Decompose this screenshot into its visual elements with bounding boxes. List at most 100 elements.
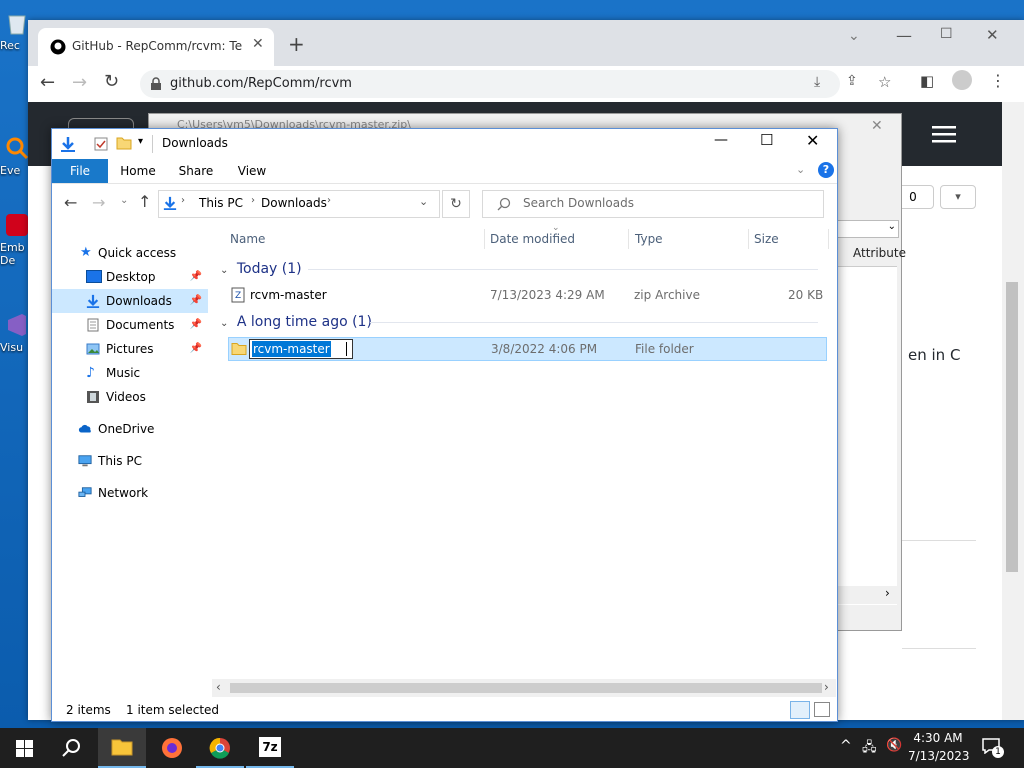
scroll-right-icon[interactable]: › xyxy=(885,586,890,600)
volume-muted-icon[interactable]: 🔇 xyxy=(886,738,902,753)
taskbar-7zip[interactable]: 7z xyxy=(246,728,294,768)
table-row[interactable]: Z rcvm-master 7/13/2023 4:29 AM zip Arch… xyxy=(228,284,825,306)
desktop-icon-everything[interactable]: Eve xyxy=(0,135,30,177)
start-button[interactable] xyxy=(0,728,48,768)
nav-downloads[interactable]: Downloads 📌 xyxy=(52,289,208,313)
chrome-menu-icon[interactable]: ⋮ xyxy=(990,71,1006,90)
new-tab-icon[interactable]: + xyxy=(288,32,305,56)
everything-icon xyxy=(6,137,29,160)
profile-avatar[interactable] xyxy=(952,70,972,90)
chrome-scrollbar[interactable] xyxy=(1002,102,1024,720)
notification-center-button[interactable]: 1 xyxy=(982,738,1004,758)
breadcrumb-this-pc[interactable]: This PC xyxy=(199,196,243,210)
nav-this-pc[interactable]: This PC xyxy=(52,449,208,473)
help-icon[interactable]: ? xyxy=(818,162,834,178)
rename-input[interactable]: rcvm-master xyxy=(249,339,353,359)
hamburger-menu-icon[interactable] xyxy=(932,126,956,144)
scroll-left-icon[interactable]: ‹ xyxy=(216,680,221,694)
address-dropdown-icon[interactable]: ⌄ xyxy=(419,195,428,208)
desktop-icon-recycle-bin[interactable]: Rec xyxy=(0,10,30,52)
tab-search-icon[interactable]: ⌄ xyxy=(848,28,860,44)
taskbar-chrome[interactable] xyxy=(196,728,244,768)
nav-onedrive[interactable]: OneDrive xyxy=(52,417,208,441)
search-button[interactable] xyxy=(48,728,96,768)
forward-icon[interactable]: → xyxy=(72,72,87,93)
search-box[interactable]: Search Downloads xyxy=(482,190,824,218)
desktop-icon-embarcadero[interactable]: Emb De xyxy=(0,212,30,267)
7zip-hscroll[interactable]: › xyxy=(837,586,897,604)
breadcrumb-separator-icon[interactable]: › xyxy=(181,195,185,206)
pin-icon[interactable]: 📌 xyxy=(190,337,202,361)
close-tab-icon[interactable]: ✕ xyxy=(252,36,264,52)
ribbon-tab-share[interactable]: Share xyxy=(170,159,222,183)
taskbar-file-explorer[interactable] xyxy=(98,728,146,768)
expand-ribbon-icon[interactable]: ⌄ xyxy=(796,163,805,176)
column-header-name[interactable]: Name xyxy=(230,229,265,249)
pin-icon[interactable]: 📌 xyxy=(190,313,202,337)
breadcrumb-separator-icon[interactable]: › xyxy=(251,195,255,206)
group-header-long-ago[interactable]: ⌄ A long time ago (1) xyxy=(220,311,820,333)
column-header-date[interactable]: Date modified xyxy=(490,229,575,249)
close-window-icon[interactable]: ✕ xyxy=(986,26,999,44)
column-header-size[interactable]: Size xyxy=(754,229,779,249)
new-folder-icon[interactable] xyxy=(116,136,132,150)
show-hidden-icons-icon[interactable]: ^ xyxy=(840,738,852,754)
details-view-icon[interactable] xyxy=(790,701,810,719)
dropdown-caret-icon[interactable]: ▾ xyxy=(940,185,976,209)
recent-locations-icon[interactable]: ⌄ xyxy=(120,195,128,206)
7zip-close-icon[interactable]: ✕ xyxy=(871,118,883,134)
back-icon[interactable]: ← xyxy=(64,193,77,212)
side-panel-icon[interactable]: ◧ xyxy=(920,72,934,90)
nav-network[interactable]: Network xyxy=(52,481,208,505)
ribbon-tab-file[interactable]: File xyxy=(52,159,108,183)
7zip-dropdown[interactable]: ⌄ xyxy=(837,220,899,238)
properties-check-icon[interactable] xyxy=(94,137,108,151)
scroll-right-icon[interactable]: › xyxy=(824,680,829,694)
breadcrumb-downloads[interactable]: Downloads xyxy=(261,196,327,210)
close-window-icon[interactable]: ✕ xyxy=(806,131,819,150)
horizontal-scrollbar[interactable]: ‹ › xyxy=(212,679,836,697)
forward-icon[interactable]: → xyxy=(92,193,105,212)
large-icons-view-icon[interactable] xyxy=(814,702,830,717)
readme-snippet: en in C xyxy=(908,346,961,364)
breadcrumb-separator-icon[interactable]: › xyxy=(327,195,331,206)
reload-icon[interactable]: ↻ xyxy=(104,71,119,92)
maximize-icon[interactable]: ☐ xyxy=(940,26,953,42)
pin-icon[interactable]: 📌 xyxy=(190,265,202,289)
nav-videos[interactable]: Videos xyxy=(52,385,208,409)
taskbar-firefox[interactable] xyxy=(148,728,196,768)
nav-desktop[interactable]: Desktop 📌 xyxy=(52,265,208,289)
bookmark-star-icon[interactable]: ☆ xyxy=(878,73,891,91)
nav-documents[interactable]: Documents 📌 xyxy=(52,313,208,337)
ribbon-tab-view[interactable]: View xyxy=(228,159,276,183)
group-header-today[interactable]: ⌄ Today (1) xyxy=(220,258,820,280)
scrollbar-thumb[interactable] xyxy=(230,683,822,693)
pin-icon[interactable]: 📌 xyxy=(190,289,202,313)
clock-time[interactable]: 4:30 AM xyxy=(912,731,964,745)
table-row-selected[interactable]: rcvm-master 3/8/2022 4:06 PM File folder xyxy=(228,337,827,361)
collapse-chevron-icon[interactable]: ⌄ xyxy=(220,318,228,329)
minimize-icon[interactable]: — xyxy=(896,26,912,45)
ribbon-tab-home[interactable]: Home xyxy=(114,159,162,183)
refresh-icon[interactable]: ↻ xyxy=(442,190,470,218)
up-icon[interactable]: ↑ xyxy=(138,192,151,211)
column-header-type[interactable]: Type xyxy=(635,229,663,249)
address-bar[interactable]: github.com/RepComm/rcvm ⤓ ⇪ ☆ xyxy=(140,70,891,98)
scrollbar-thumb[interactable] xyxy=(1006,282,1018,572)
share-icon[interactable]: ⇪ xyxy=(846,73,858,89)
desktop-icon-label: Emb De xyxy=(0,241,25,267)
maximize-icon[interactable]: ☐ xyxy=(760,131,773,149)
back-icon[interactable]: ← xyxy=(40,72,55,93)
quick-access-toolbar-dropdown-icon[interactable]: ▾ xyxy=(138,136,143,147)
chrome-tab[interactable]: GitHub - RepComm/rcvm: Test v ✕ xyxy=(38,28,274,66)
nav-pictures[interactable]: Pictures 📌 xyxy=(52,337,208,361)
collapse-chevron-icon[interactable]: ⌄ xyxy=(220,265,228,276)
install-icon[interactable]: ⤓ xyxy=(814,74,820,90)
address-box[interactable]: › This PC › Downloads › ⌄ xyxy=(158,190,440,218)
nav-music[interactable]: ♪ Music xyxy=(52,361,208,385)
nav-quick-access[interactable]: ★ Quick access xyxy=(52,241,208,265)
clock-date[interactable]: 7/13/2023 xyxy=(908,749,970,763)
network-status-icon[interactable]: 🖧 xyxy=(862,738,877,760)
desktop-icon-visual-studio[interactable]: Visu xyxy=(0,312,30,354)
minimize-icon[interactable]: — xyxy=(714,132,728,148)
